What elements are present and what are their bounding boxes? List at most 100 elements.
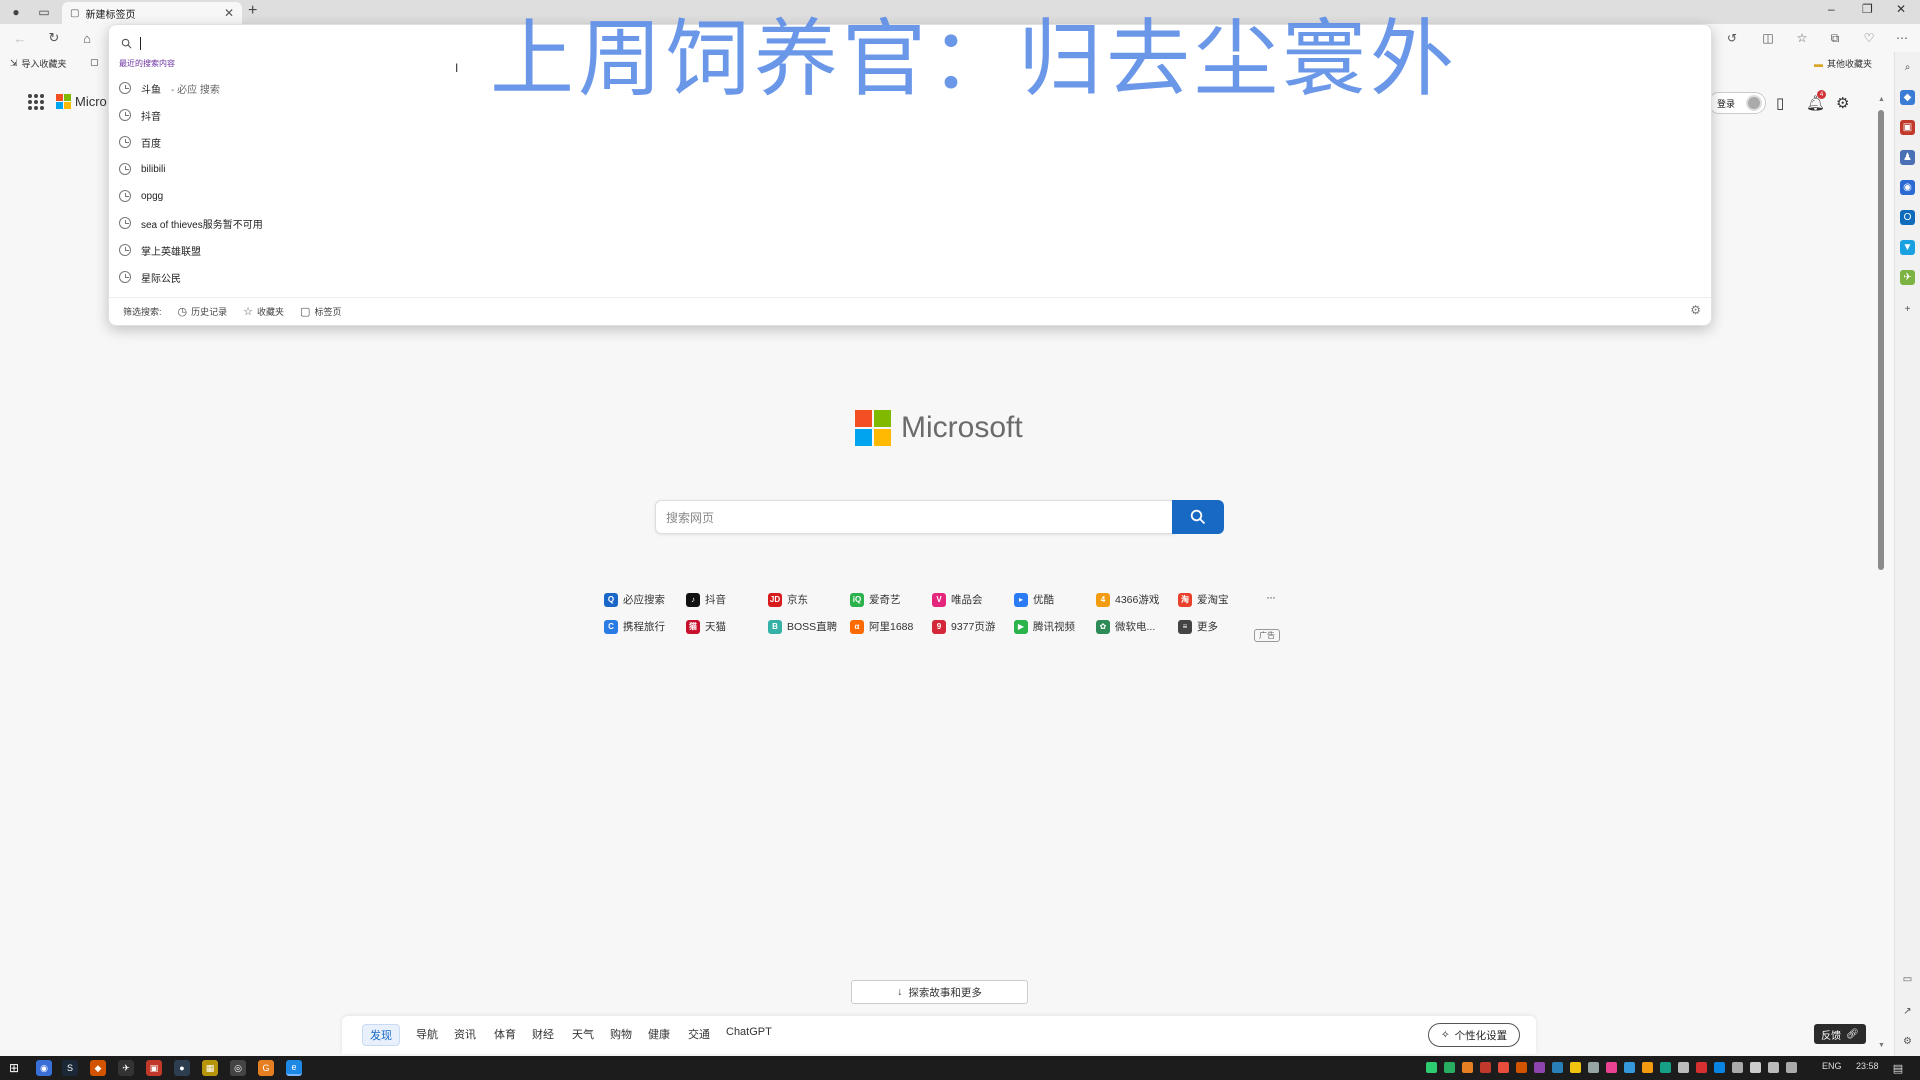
quicklink-item[interactable]: JD 京东 (768, 592, 808, 607)
search-button[interactable] (1172, 500, 1224, 534)
quicklink-item[interactable]: 4 4366游戏 (1096, 592, 1159, 607)
search-suggestion[interactable]: 百度 (119, 129, 1699, 155)
filter-tabs[interactable]: ▢ 标签页 (300, 305, 341, 318)
quicklink-item[interactable]: ♪ 抖音 (686, 592, 726, 607)
explore-stories-button[interactable]: ↓ 探索故事和更多 (851, 980, 1028, 1004)
quicklinks-more-icon[interactable]: ··· (1266, 590, 1276, 604)
quicklink-item[interactable]: 9 9377页游 (932, 619, 995, 634)
taskbar-app-icon[interactable]: G (258, 1060, 274, 1076)
web-search-input[interactable]: 搜索网页 (655, 500, 1175, 534)
quicklink-item[interactable]: 猫天猫 (686, 619, 726, 634)
feed-tab[interactable]: 资讯 (454, 1026, 476, 1042)
toolbox-icon[interactable]: ▣ (1900, 120, 1915, 135)
tray-icon[interactable] (1462, 1062, 1473, 1073)
quicklink-item[interactable]: α 阿里1688 (850, 619, 913, 634)
search-suggestion[interactable]: 星际公民 (119, 264, 1699, 290)
volume-icon[interactable] (1786, 1062, 1797, 1073)
feed-tab[interactable]: 体育 (494, 1026, 516, 1042)
restore-button[interactable]: ❐ (1862, 2, 1873, 16)
edge-icon[interactable]: e (286, 1060, 302, 1076)
windows-start-icon[interactable]: ⊞ (6, 1060, 22, 1076)
feedback-button[interactable]: 反馈 🔗︎ (1814, 1024, 1866, 1044)
tag-icon[interactable]: ◆ (1900, 90, 1915, 105)
feed-tab[interactable]: 发现 (362, 1024, 400, 1046)
search-suggestion[interactable]: 斗鱼 - 必应 搜索 (119, 75, 1699, 101)
address-bar-input[interactable] (121, 31, 1701, 55)
steam-icon[interactable]: S (62, 1060, 78, 1076)
quicklink-item[interactable]: B BOSS直聘 (768, 619, 837, 634)
notification-center-icon[interactable]: ▤ (1890, 1060, 1906, 1076)
tray-icon[interactable] (1588, 1062, 1599, 1073)
quicklink-item[interactable]: ▶ 腾讯视频 (1014, 619, 1075, 634)
tray-icon[interactable] (1750, 1062, 1761, 1073)
home-button[interactable]: ⌂ (79, 30, 95, 46)
search-suggestion[interactable]: sea of thieves服务暂不可用 (119, 210, 1699, 236)
tray-icon[interactable] (1570, 1062, 1581, 1073)
quicklink-item[interactable]: iQ 爱奇艺 (850, 592, 901, 607)
network-icon[interactable] (1768, 1062, 1779, 1073)
refresh-page-icon[interactable]: ↺ (1724, 30, 1740, 46)
feed-tab[interactable]: 健康 (648, 1026, 670, 1042)
search-suggestion[interactable]: bilibili (119, 156, 1699, 182)
games-icon[interactable]: ♟ (1900, 150, 1915, 165)
taskbar-app-icon[interactable]: ◆ (90, 1060, 106, 1076)
microsoft-brand-small[interactable]: Micro (56, 94, 107, 109)
search-suggestion[interactable]: 抖音 (119, 102, 1699, 128)
tray-icon[interactable] (1678, 1062, 1689, 1073)
refresh-button[interactable]: ↻ (46, 30, 62, 46)
search-suggestion[interactable]: opgg (119, 183, 1699, 209)
extension-icon[interactable]: ✈ (1900, 270, 1915, 285)
minimize-button[interactable]: – (1828, 2, 1835, 16)
quicklink-item[interactable]: V 唯品会 (932, 592, 983, 607)
search-icon[interactable]: ⌕ (1900, 60, 1915, 75)
tray-icon[interactable] (1480, 1062, 1491, 1073)
feed-tab[interactable]: 财经 (532, 1026, 554, 1042)
feed-tab[interactable]: 购物 (610, 1026, 632, 1042)
taskbar-app-icon[interactable]: ✈ (118, 1060, 134, 1076)
app-launcher-icon[interactable] (28, 94, 44, 110)
quicklink-item[interactable]: C 携程旅行 (604, 619, 665, 634)
filter-history[interactable]: ◷ 历史记录 (178, 305, 228, 318)
import-favorites[interactable]: ⇲ 导入收藏夹 (10, 57, 67, 70)
taskbar-app-icon[interactable]: ▦ (202, 1060, 218, 1076)
tray-icon[interactable] (1624, 1062, 1635, 1073)
tray-icon[interactable] (1534, 1062, 1545, 1073)
taskbar-app-icon[interactable]: ● (174, 1060, 190, 1076)
drop-icon[interactable]: ▼ (1900, 240, 1915, 255)
tray-icon[interactable] (1552, 1062, 1563, 1073)
quicklink-item[interactable]: ▸ 优酷 (1014, 592, 1054, 607)
collections-icon[interactable]: ⧉ (1827, 30, 1843, 46)
split-screen-icon[interactable]: ◫ (1760, 30, 1776, 46)
tray-icon[interactable] (1660, 1062, 1671, 1073)
close-window-button[interactable]: ✕ (1896, 2, 1906, 16)
sidebar-settings-icon[interactable]: ⚙ (1900, 1034, 1915, 1049)
back-button[interactable]: ← (12, 30, 28, 46)
taskbar-app-icon[interactable]: ◎ (230, 1060, 246, 1076)
browser-essentials-icon[interactable]: ♡ (1861, 30, 1877, 46)
favorites-icon[interactable]: ☆ (1794, 30, 1810, 46)
tab-new-tab[interactable]: ▢ 新建标签页 ✕ (62, 2, 242, 24)
feed-tab[interactable]: 导航 (416, 1026, 438, 1042)
tray-icon[interactable] (1498, 1062, 1509, 1073)
search-suggestion[interactable]: 掌上英雄联盟 (119, 237, 1699, 263)
tray-icon[interactable] (1426, 1062, 1437, 1073)
taskbar-app-icon[interactable]: ▣ (146, 1060, 162, 1076)
settings-gear-icon[interactable]: ⚙ (1836, 94, 1849, 112)
new-tab-button[interactable]: + (248, 2, 257, 20)
quicklink-item[interactable]: ≡ 更多 (1178, 619, 1218, 634)
quicklink-item[interactable]: ✿ 微软电... (1096, 619, 1155, 634)
login-button[interactable]: 登录 (1708, 92, 1766, 114)
screen-icon[interactable]: ▭ (1900, 972, 1915, 987)
tray-icon[interactable] (1696, 1062, 1707, 1073)
taskbar-app-icon[interactable]: ◉ (36, 1060, 52, 1076)
favorite-page-item[interactable]: ▢ (90, 57, 99, 68)
tray-icon[interactable] (1444, 1062, 1455, 1073)
tray-icon[interactable] (1714, 1062, 1725, 1073)
quicklink-item[interactable]: 淘爱淘宝 (1178, 592, 1229, 607)
tab-actions-icon[interactable]: ▭ (36, 4, 52, 20)
feed-tab[interactable]: 交通 (688, 1026, 710, 1042)
add-icon[interactable]: + (1900, 302, 1915, 317)
scrollbar-thumb[interactable] (1878, 110, 1884, 570)
outlook-icon[interactable]: O (1900, 210, 1915, 225)
more-menu-icon[interactable]: ⋯ (1894, 30, 1910, 46)
